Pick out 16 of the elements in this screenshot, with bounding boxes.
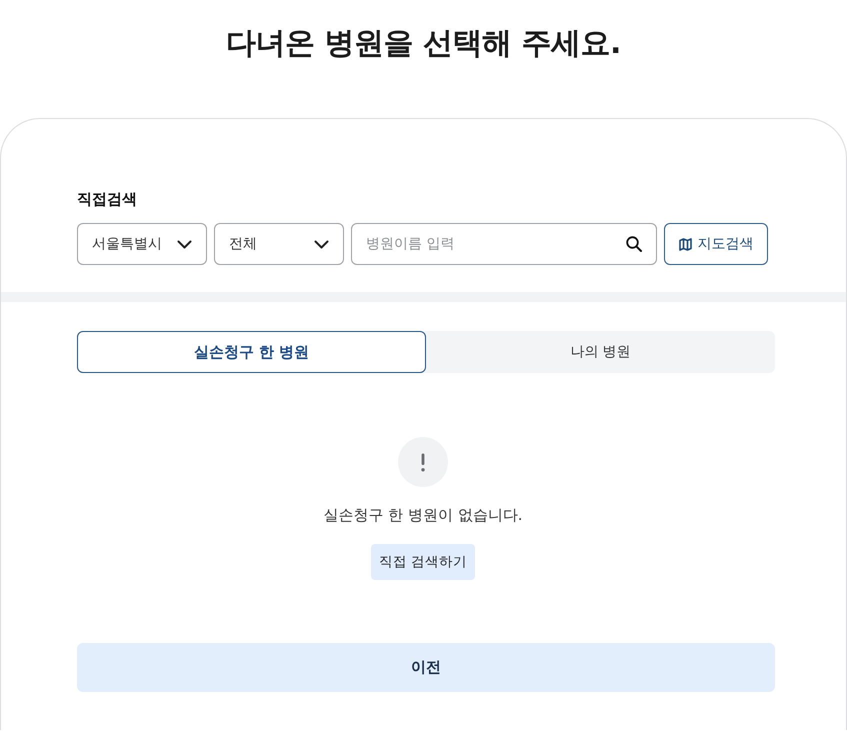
tab[interactable]: 나의 병원	[426, 331, 775, 373]
region-select[interactable]: 서울특별시	[77, 223, 207, 265]
search-icon[interactable]	[626, 236, 642, 252]
chevron-down-icon	[314, 240, 329, 248]
district-select[interactable]: 전체	[214, 223, 344, 265]
chevron-down-icon	[177, 240, 192, 248]
direct-search-button[interactable]: 직접 검색하기	[371, 544, 475, 580]
page-title: 다녀온 병원을 선택해 주세요.	[226, 25, 621, 63]
empty-message: 실손청구 한 병원이 없습니다.	[323, 505, 523, 525]
back-button[interactable]: 이전	[77, 643, 775, 692]
exclamation-icon	[398, 437, 448, 487]
map-search-button[interactable]: 지도검색	[664, 223, 768, 265]
map-icon	[678, 238, 692, 250]
hospital-name-field[interactable]: 병원이름 입력	[351, 223, 657, 265]
tab[interactable]: 실손청구 한 병원	[77, 331, 426, 373]
search-section-label: 직접검색	[77, 189, 137, 209]
